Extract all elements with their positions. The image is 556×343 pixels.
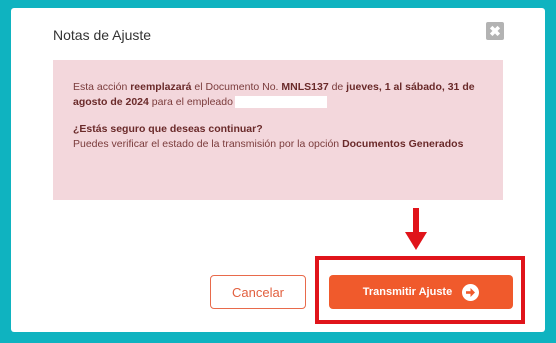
warning-alert: Esta acción reemplazará el Documento No.…: [53, 60, 503, 200]
document-number: MNLS137: [281, 81, 329, 93]
alert-text: el Documento No.: [191, 81, 282, 93]
close-icon-glyph: ✖: [489, 23, 501, 39]
transmit-button-label: Transmitir Ajuste: [362, 286, 453, 298]
alert-question: ¿Estás seguro que deseas continuar?: [73, 122, 485, 137]
employee-name-redacted: [234, 96, 327, 109]
documentos-generados-label: Documentos Generados: [342, 138, 464, 150]
arrow-down-icon: [405, 208, 427, 250]
confirm-question: ¿Estás seguro que deseas continuar?: [73, 123, 263, 135]
notas-de-ajuste-modal: Notas de Ajuste ✖ Esta acción reemplazar…: [11, 8, 545, 332]
cancel-button[interactable]: Cancelar: [210, 275, 306, 309]
transmit-adjustment-button[interactable]: Transmitir Ajuste: [329, 275, 513, 309]
close-icon[interactable]: ✖: [486, 22, 504, 40]
alert-text: Puedes verificar el estado de la transmi…: [73, 138, 343, 150]
alert-text-bold: reemplazará: [130, 81, 192, 93]
alert-message: Esta acción reemplazará el Documento No.…: [73, 80, 485, 110]
modal-title: Notas de Ajuste: [53, 27, 152, 43]
alert-text: de: [328, 81, 347, 93]
arrow-right-circle-icon: [462, 283, 480, 301]
alert-hint: Puedes verificar el estado de la transmi…: [73, 137, 485, 152]
alert-text: para el empleado: [148, 96, 233, 108]
alert-text: Esta acción: [73, 81, 131, 93]
